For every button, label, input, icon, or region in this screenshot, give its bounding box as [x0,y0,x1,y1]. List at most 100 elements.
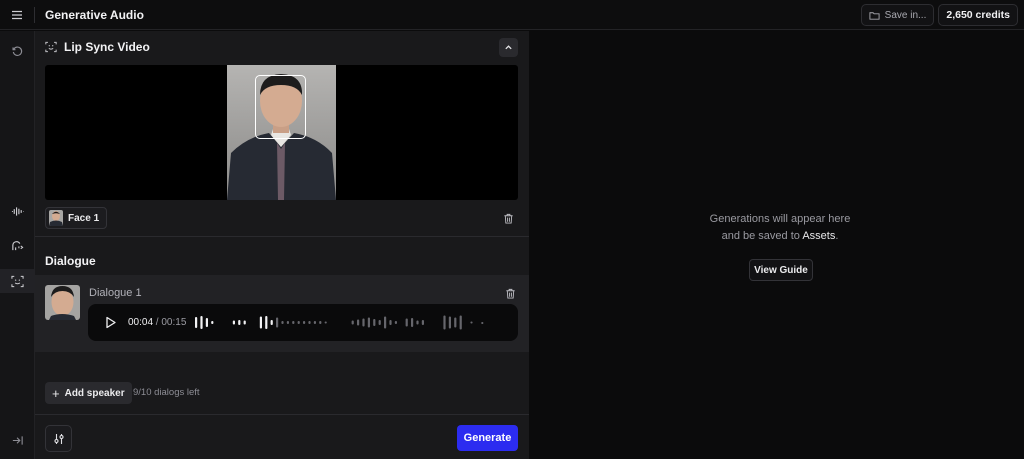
rail-voice-button[interactable] [0,233,35,257]
waveform-bar [276,317,279,328]
waveform-bar [416,320,419,325]
waveform-bar [389,320,392,325]
assets-link[interactable]: Assets [802,230,835,242]
face-scan-icon [11,275,24,287]
waveform-bar [319,321,322,324]
history-icon [12,46,23,56]
waveform-bar [443,315,446,330]
rail-audio-button[interactable] [0,199,35,223]
hamburger-icon [12,10,22,19]
current-time: 00:04 [128,317,154,328]
waveform-bar [367,317,370,328]
waveform-bar [324,321,327,324]
left-rail [0,31,35,459]
waveform-bar [351,320,354,325]
trash-icon [505,288,515,299]
waveform-bar [292,321,295,324]
play-icon[interactable] [104,316,117,329]
waveform-bar [195,317,198,328]
video-preview[interactable] [45,65,518,200]
waveform-bar [373,319,376,326]
waveform-bar [362,318,365,327]
editor-panel: Lip Sync Video Face 1 Dialogue Dialogue … [35,31,529,459]
header-actions: Save in... 2,650 credits [860,4,1018,26]
expand-panel-icon [12,435,23,445]
chevron-up-icon [505,45,512,50]
empty-state-prefix: and be saved to [721,230,803,242]
waveform-bar [286,321,289,324]
empty-state-message: Generations will appear here and be save… [680,211,880,245]
face-detection-box[interactable] [255,75,306,139]
face-thumbnail [49,210,63,226]
waveform-scrubber[interactable] [195,309,485,336]
waveform-bar [308,321,311,324]
waveform-bar [313,321,316,324]
menu-button[interactable] [0,0,34,30]
waveform-bar [384,316,387,329]
waveform-bar [394,321,397,324]
speaker-portrait-image [227,65,336,200]
waveform-bar [454,317,457,328]
lip-sync-header: Lip Sync Video [45,40,150,54]
credits-button[interactable]: 2,650 credits [938,4,1018,26]
header-divider [34,6,35,23]
app-title: Generative Audio [45,7,144,22]
credits-label: 2,650 credits [946,9,1010,21]
delete-dialogue-button[interactable] [503,286,517,300]
plus-icon: + [52,385,60,401]
waveform-bar [459,315,462,330]
folder-icon [869,11,880,20]
waveform-bar [481,322,484,324]
waveform-bar [470,321,473,324]
dialogs-left-count: 9/10 dialogs left [133,387,200,398]
waveform-bar [303,321,306,324]
waveform-bar [265,316,268,329]
trash-icon [503,213,513,224]
sliders-icon [53,433,64,444]
waveform-bar [238,320,241,325]
footer-divider [35,414,529,415]
waveform-bar [297,321,300,324]
generate-button[interactable]: Generate [457,425,518,451]
waveform-bar [270,320,273,325]
settings-button[interactable] [45,425,72,452]
face-scan-icon [45,41,57,53]
duration: 00:15 [161,317,187,328]
waveform-bar [200,316,203,329]
empty-state-suffix: . [835,230,839,242]
time-display: 00:04 / 00:15 [128,317,186,328]
waveform-bar [405,318,408,327]
waveform-bar [259,316,262,329]
add-speaker-label: Add speaker [64,387,125,399]
section-divider [35,236,529,237]
face-chip-label: Face 1 [68,212,100,224]
dialogue-name[interactable]: Dialogue 1 [89,287,142,299]
empty-state-line-2: and be saved to Assets. [680,228,880,245]
waveform-bar [232,320,235,325]
collapse-button[interactable] [499,38,518,57]
save-in-label: Save in... [884,9,927,21]
rail-lipsync-button[interactable] [0,269,35,293]
save-in-button[interactable]: Save in... [860,4,935,26]
dialogue-title: Dialogue [45,254,96,268]
waveform-bar [205,318,208,327]
voice-icon [12,240,24,250]
speaker-avatar[interactable] [45,285,80,320]
rail-history-button[interactable] [0,39,35,63]
waveform-bar [448,316,451,329]
view-guide-button[interactable]: View Guide [749,259,813,281]
face-chip[interactable]: Face 1 [45,207,108,229]
waveform-bar [411,318,414,327]
top-bar: Generative Audio Save in... 2,650 credit… [0,0,1024,30]
lip-sync-title: Lip Sync Video [64,40,150,54]
delete-face-button[interactable] [501,211,515,225]
waveform-icon [11,206,24,216]
waveform-bar [281,321,284,324]
waveform-bar [378,320,381,325]
waveform-bar [243,320,246,325]
waveform-bar [211,321,214,324]
rail-expand-button[interactable] [0,428,35,452]
add-speaker-button[interactable]: + Add speaker [45,382,132,404]
waveform-bar [357,319,360,326]
audio-player: 00:04 / 00:15 [88,304,518,341]
